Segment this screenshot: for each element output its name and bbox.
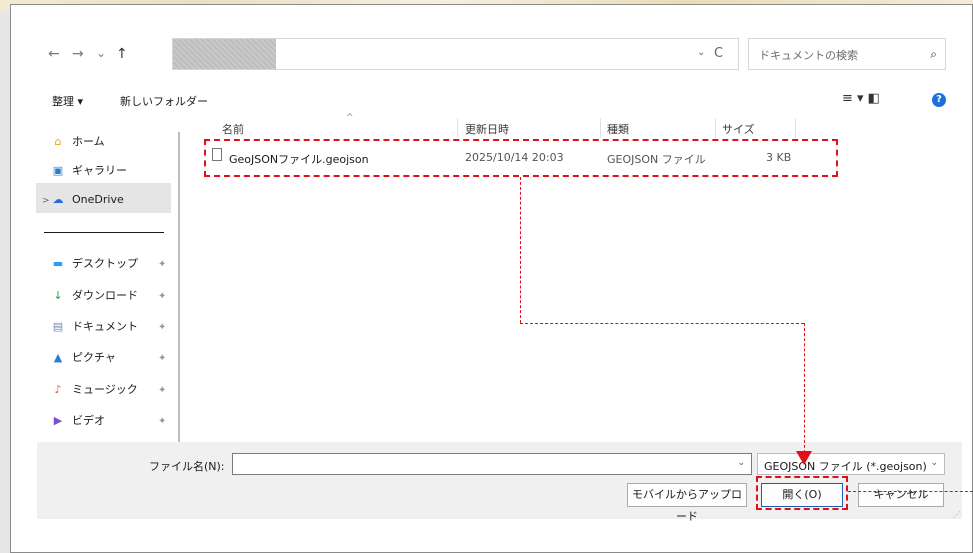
sidebar-item-label: ビデオ	[72, 414, 105, 427]
column-header-name[interactable]: 名前	[222, 121, 244, 137]
music-icon: ♪	[54, 383, 62, 396]
filename-label: ファイル名(N):	[149, 460, 225, 473]
sidebar-item-label: デスクトップ	[72, 257, 138, 270]
sidebar-item-videos[interactable]: ▶ ビデオ	[50, 412, 105, 432]
picture-icon: ▲	[53, 351, 63, 364]
sidebar-item-label: ピクチャ	[72, 351, 116, 364]
pin-icon[interactable]: ✦	[158, 291, 166, 302]
new-folder-button[interactable]: 新しいフォルダー	[120, 93, 208, 109]
cloud-icon: ☁	[52, 193, 64, 206]
sidebar-item-label: OneDrive	[72, 193, 124, 206]
sidebar-item-label: ホーム	[72, 135, 105, 148]
help-icon[interactable]: ?	[932, 93, 946, 107]
upload-from-mobile-button[interactable]: モバイルからアップロード	[627, 483, 747, 523]
sidebar-item-home[interactable]: ⌂ ホーム	[50, 133, 105, 153]
sidebar-item-label: ギャラリー	[72, 164, 127, 177]
sidebar-item-label: ミュージック	[72, 383, 138, 396]
recent-locations-chevron-icon[interactable]: ⌄	[96, 46, 106, 60]
refresh-icon[interactable]: C	[714, 46, 723, 61]
sidebar-item-downloads[interactable]: ↓ ダウンロード	[50, 287, 138, 307]
pin-icon[interactable]: ✦	[158, 385, 166, 396]
sidebar-item-music[interactable]: ♪ ミュージック	[50, 381, 138, 401]
address-path-redacted	[173, 39, 276, 69]
organize-menu[interactable]: 整理 ▾	[52, 93, 83, 109]
pin-icon[interactable]: ✦	[158, 259, 166, 270]
sidebar-scrollbar[interactable]	[178, 132, 180, 442]
expand-chevron-icon[interactable]: >	[42, 196, 50, 206]
filename-input[interactable]: ⌄	[232, 453, 752, 475]
search-box[interactable]: ドキュメントの検索 ⌕	[748, 38, 946, 70]
column-divider[interactable]	[795, 118, 796, 138]
file-highlight-box	[204, 139, 838, 177]
sort-caret-icon: ^	[346, 113, 354, 123]
document-icon: ▤	[52, 320, 64, 333]
sidebar-item-desktop[interactable]: ▬ デスクトップ	[50, 255, 138, 275]
annotation-line	[848, 491, 973, 492]
column-divider[interactable]	[600, 118, 601, 138]
pin-icon[interactable]: ✦	[158, 353, 166, 364]
cancel-button[interactable]: キャンセル	[858, 483, 944, 507]
resize-grip-icon[interactable]: ⋰	[953, 510, 961, 519]
column-header-modified[interactable]: 更新日時	[465, 121, 509, 137]
column-divider[interactable]	[715, 118, 716, 138]
file-type-filter[interactable]: GEOJSON ファイル (*.geojson) ⌄	[757, 453, 945, 475]
sidebar-item-gallery[interactable]: ▣ ギャラリー	[50, 162, 127, 182]
gallery-icon: ▣	[52, 164, 64, 177]
home-icon: ⌂	[54, 135, 62, 148]
address-chevron-icon[interactable]: ⌄	[697, 47, 705, 58]
column-divider[interactable]	[457, 118, 458, 138]
filter-chevron-icon[interactable]: ⌄	[930, 458, 938, 468]
sidebar-item-label: ダウンロード	[72, 289, 138, 302]
background-panel	[0, 12, 10, 553]
download-icon: ↓	[53, 289, 63, 302]
column-header-size[interactable]: サイズ	[722, 121, 755, 137]
sidebar-item-label: ドキュメント	[72, 320, 138, 333]
annotation-line	[520, 323, 804, 324]
search-input[interactable]: ドキュメントの検索	[759, 47, 858, 63]
open-button-highlight-box	[756, 476, 848, 510]
filename-chevron-icon[interactable]: ⌄	[737, 458, 745, 468]
sidebar-item-onedrive[interactable]: ☁ OneDrive	[50, 193, 124, 213]
pin-icon[interactable]: ✦	[158, 416, 166, 427]
sidebar-item-pictures[interactable]: ▲ ピクチャ	[50, 349, 116, 369]
video-icon: ▶	[53, 414, 63, 427]
annotation-line	[804, 323, 805, 453]
up-button[interactable]: ↑	[116, 46, 128, 62]
sidebar-item-documents[interactable]: ▤ ドキュメント	[50, 318, 138, 338]
annotation-line	[520, 177, 521, 323]
file-type-filter-value: GEOJSON ファイル (*.geojson)	[764, 460, 927, 473]
pin-icon[interactable]: ✦	[158, 322, 166, 333]
desktop-icon: ▬	[52, 257, 64, 270]
forward-button[interactable]: →	[72, 46, 84, 62]
search-icon[interactable]: ⌕	[930, 47, 937, 62]
address-bar[interactable]: ⌄	[172, 38, 739, 70]
sidebar-divider	[44, 232, 164, 233]
back-button[interactable]: ←	[48, 46, 60, 62]
annotation-arrow	[796, 451, 812, 465]
column-header-type[interactable]: 種類	[607, 121, 629, 137]
view-options-icon[interactable]: ≡ ▾ ◧	[842, 91, 880, 106]
